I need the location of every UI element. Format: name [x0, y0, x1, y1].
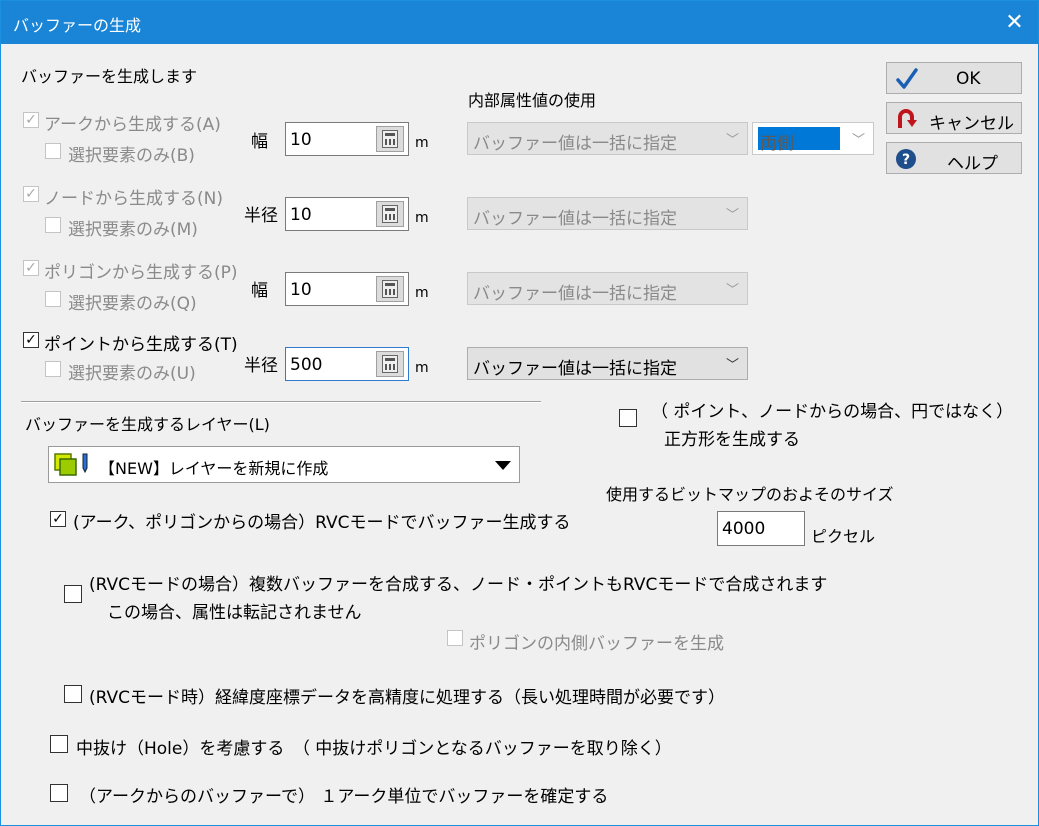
cancel-label: キャンセル	[929, 114, 1014, 134]
square-option-line2: 正方形を生成する	[664, 430, 800, 450]
window-title: バッファーの生成	[13, 16, 142, 35]
layer-select-value: 【NEW】レイヤーを新規に作成	[99, 459, 329, 478]
per-arc-checkbox[interactable]	[50, 784, 68, 802]
inner-buffer-checkbox[interactable]	[447, 630, 463, 646]
calculator-icon[interactable]	[376, 351, 404, 377]
calculator-icon[interactable]	[376, 201, 404, 227]
rvc-merge-checkbox[interactable]	[64, 585, 82, 603]
chevron-down-icon: ﹀	[725, 358, 739, 373]
polygon-buffer-mode-value: バッファー値は一括に指定	[473, 284, 677, 304]
node-unit: m	[415, 210, 429, 226]
chevron-down-icon: ﹀	[725, 208, 739, 223]
arc-buffer-mode-value: バッファー値は一括に指定	[473, 134, 677, 154]
arc-width-value: 10	[290, 130, 312, 150]
undo-arrow-icon	[898, 109, 917, 128]
rvc-mode-checkbox[interactable]: ✓	[50, 511, 66, 527]
node-radius-input[interactable]: 10	[285, 197, 409, 231]
ok-button[interactable]: OK	[886, 62, 1022, 94]
chevron-down-icon: ﹀	[725, 283, 739, 298]
cancel-button[interactable]: キャンセル	[886, 102, 1022, 134]
rvc-merge-line1: (RVCモードの場合）複数バッファーを合成する、ノード・ポイントもRVCモードで…	[89, 575, 828, 595]
bitmap-size-label: 使用するビットマップのおよそのサイズ	[606, 485, 894, 504]
bitmap-size-unit: ピクセル	[811, 527, 876, 546]
hole-checkbox[interactable]	[50, 735, 68, 753]
node-generate-checkbox[interactable]: ✓	[23, 186, 39, 202]
node-buffer-mode-value: バッファー値は一括に指定	[473, 209, 677, 229]
dropdown-arrow-icon[interactable]	[490, 450, 516, 479]
arc-unit: m	[415, 135, 429, 151]
polygon-unit: m	[415, 285, 429, 301]
close-button[interactable]: ✕	[991, 1, 1038, 44]
arc-width-input[interactable]: 10	[285, 122, 409, 156]
internal-attr-heading: 内部属性値の使用	[468, 91, 597, 110]
high-precision-checkbox[interactable]	[64, 685, 82, 703]
arc-size-label: 幅	[251, 132, 268, 152]
hole-label: 中抜け（Hole）を考慮する （ 中抜けポリゴンとなるバッファーを取り除く）	[76, 739, 672, 759]
point-selected-only-checkbox[interactable]	[45, 361, 61, 377]
polygon-buffer-mode-select[interactable]: バッファー値は一括に指定 ﹀	[467, 272, 748, 305]
point-radius-input[interactable]: 500	[285, 347, 409, 381]
node-size-label: 半径	[244, 206, 278, 226]
side-select[interactable]: 両側 ﹀	[752, 122, 874, 155]
side-select-value: 両側	[760, 134, 794, 154]
arc-buffer-mode-select[interactable]: バッファー値は一括に指定 ﹀	[467, 122, 748, 155]
node-buffer-mode-select[interactable]: バッファー値は一括に指定 ﹀	[467, 197, 748, 230]
bitmap-size-input[interactable]: 4000	[717, 511, 805, 546]
calculator-icon[interactable]	[376, 126, 404, 152]
arc-generate-checkbox[interactable]: ✓	[23, 112, 39, 128]
polygon-size-label: 幅	[251, 281, 268, 301]
title-bar: バッファーの生成 ✕	[1, 1, 1038, 44]
point-generate-checkbox[interactable]: ✓	[23, 332, 39, 348]
ok-label: OK	[956, 69, 981, 89]
svg-text:?: ?	[902, 152, 910, 168]
node-selected-only-label: 選択要素のみ(M)	[68, 220, 198, 240]
square-option-checkbox[interactable]	[619, 409, 637, 427]
separator	[21, 401, 541, 403]
help-icon: ?	[896, 149, 916, 169]
chevron-down-icon: ﹀	[851, 133, 865, 148]
point-buffer-mode-value: バッファー値は一括に指定	[473, 359, 677, 379]
layer-label: バッファーを生成するレイヤー(L)	[25, 415, 270, 434]
per-arc-label: （アークからのバッファーで） １アーク単位でバッファーを確定する	[79, 787, 609, 807]
help-button[interactable]: ? ヘルプ	[886, 142, 1022, 174]
polygon-generate-checkbox[interactable]: ✓	[23, 260, 39, 276]
chevron-down-icon: ﹀	[725, 133, 739, 148]
point-unit: m	[415, 360, 429, 376]
arc-selected-only-label: 選択要素のみ(B)	[68, 146, 195, 166]
rvc-mode-label: (アーク、ポリゴンからの場合）RVCモードでバッファー生成する	[73, 513, 571, 533]
node-generate-label: ノードから生成する(N)	[44, 189, 223, 209]
point-size-label: 半径	[244, 356, 278, 376]
bitmap-size-value: 4000	[722, 519, 766, 539]
rvc-merge-line2: この場合、属性は転記されません	[107, 603, 362, 623]
checkmark-icon	[896, 68, 918, 89]
point-generate-label: ポイントから生成する(T)	[44, 335, 238, 355]
point-radius-value: 500	[290, 355, 323, 375]
layer-icon	[54, 453, 88, 476]
polygon-width-value: 10	[290, 280, 312, 300]
calculator-icon[interactable]	[376, 276, 404, 302]
dialog-heading: バッファーを生成します	[21, 67, 198, 86]
arc-generate-label: アークから生成する(A)	[44, 115, 221, 135]
node-selected-only-checkbox[interactable]	[45, 217, 61, 233]
buffer-dialog: バッファーの生成 ✕ バッファーを生成します 内部属性値の使用 ✓ アークから生…	[0, 0, 1039, 826]
square-option-line1: （ ポイント、ノードからの場合、円ではなく）	[651, 402, 1014, 422]
polygon-selected-only-label: 選択要素のみ(Q)	[68, 294, 197, 314]
polygon-generate-label: ポリゴンから生成する(P)	[44, 263, 238, 283]
arc-selected-only-checkbox[interactable]	[45, 143, 61, 159]
layer-select[interactable]: 【NEW】レイヤーを新規に作成	[48, 446, 520, 483]
inner-buffer-label: ポリゴンの内側バッファーを生成	[469, 634, 724, 654]
point-buffer-mode-select[interactable]: バッファー値は一括に指定 ﹀	[467, 347, 748, 380]
high-precision-label: (RVCモード時）経緯度座標データを高精度に処理する（長い処理時間が必要です）	[89, 688, 726, 708]
polygon-selected-only-checkbox[interactable]	[45, 291, 61, 307]
node-radius-value: 10	[290, 205, 312, 225]
help-label: ヘルプ	[947, 154, 998, 174]
polygon-width-input[interactable]: 10	[285, 272, 409, 306]
point-selected-only-label: 選択要素のみ(U)	[68, 364, 196, 384]
